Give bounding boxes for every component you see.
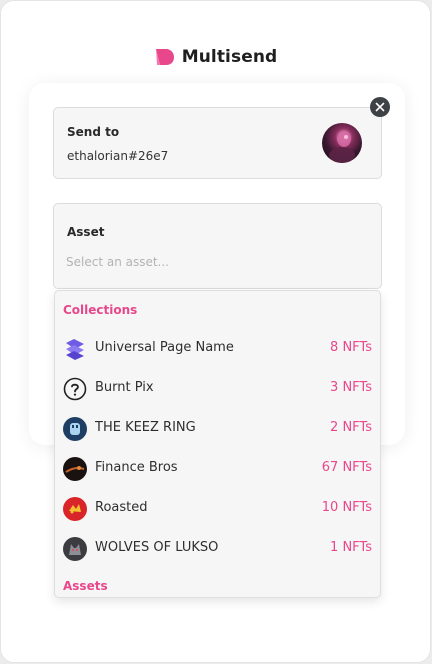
collection-count: 67 NFTs: [321, 460, 372, 475]
collection-count: 10 NFTs: [321, 500, 372, 515]
app-window: Multisend Send to ethalorian#26e7 Asset …: [0, 0, 431, 663]
send-to-field[interactable]: Send to ethalorian#26e7: [53, 107, 382, 179]
assets-heading: Assets: [63, 579, 108, 593]
collection-item-roasted[interactable]: Roasted 10 NFTs: [55, 489, 380, 529]
collection-item-finance-bros[interactable]: Finance Bros 67 NFTs: [55, 449, 380, 489]
multisend-logo-icon: [155, 49, 174, 65]
collection-name: Finance Bros: [95, 460, 178, 475]
profile-avatar: [322, 123, 362, 163]
keez-ring-icon: [63, 417, 87, 441]
wolves-icon: [63, 537, 87, 561]
asset-search-input[interactable]: [66, 253, 356, 271]
collection-count: 8 NFTs: [330, 340, 372, 355]
collection-name: WOLVES OF LUKSO: [95, 540, 219, 555]
send-to-value: ethalorian#26e7: [67, 149, 169, 163]
roasted-icon: [63, 497, 87, 521]
close-icon[interactable]: [370, 97, 390, 117]
collection-name: THE KEEZ RING: [95, 420, 196, 435]
brand-header: Multisend: [1, 47, 430, 67]
question-mark-icon: [63, 377, 87, 401]
collection-name: Roasted: [95, 500, 148, 515]
collection-name: Universal Page Name: [95, 340, 234, 355]
collection-count: 1 NFTs: [330, 540, 372, 555]
send-to-label: Send to: [67, 125, 120, 139]
finance-bros-icon: [63, 457, 87, 481]
asset-label: Asset: [67, 225, 105, 239]
collection-count: 2 NFTs: [330, 420, 372, 435]
asset-field: Asset: [53, 203, 382, 289]
collections-list: Universal Page Name 8 NFTs Burnt Pix 3 N…: [55, 329, 380, 569]
collections-heading: Collections: [63, 303, 138, 317]
app-title: Multisend: [181, 47, 278, 67]
universal-page-icon: [63, 337, 87, 361]
asset-dropdown: Collections Universal Page Name 8 NFTs B…: [54, 290, 381, 598]
collection-item-burnt-pix[interactable]: Burnt Pix 3 NFTs: [55, 369, 380, 409]
collection-item-universal-page-name[interactable]: Universal Page Name 8 NFTs: [55, 329, 380, 369]
collection-count: 3 NFTs: [330, 380, 372, 395]
collection-name: Burnt Pix: [95, 380, 154, 395]
collection-item-wolves-of-lukso[interactable]: WOLVES OF LUKSO 1 NFTs: [55, 529, 380, 569]
collection-item-keez-ring[interactable]: THE KEEZ RING 2 NFTs: [55, 409, 380, 449]
